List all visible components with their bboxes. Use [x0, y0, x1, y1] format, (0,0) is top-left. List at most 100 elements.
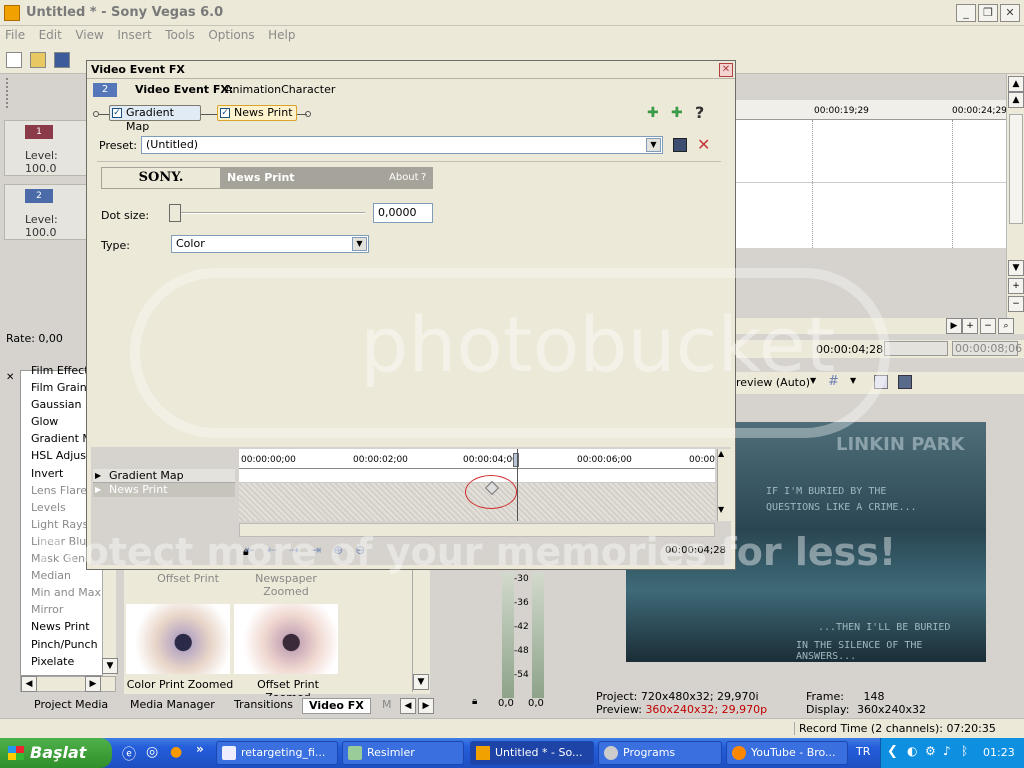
- expand-icon[interactable]: ▶: [95, 471, 101, 480]
- tray-network-icon[interactable]: ◐: [907, 744, 917, 758]
- chevron-down-icon[interactable]: ▼: [646, 138, 661, 152]
- scroll-down-icon[interactable]: ▼: [102, 658, 118, 674]
- tab-scroll-left-icon[interactable]: ◀: [400, 698, 416, 714]
- type-dropdown[interactable]: Color ▼: [171, 235, 369, 253]
- timeline-ruler[interactable]: 00:00:19;29 00:00:24;29: [736, 100, 1007, 120]
- preset-thumbnail[interactable]: [126, 604, 230, 674]
- fx-chain-news-print[interactable]: ✓ News Print: [217, 105, 297, 121]
- restore-icon[interactable]: ❐: [978, 4, 998, 22]
- zoom-in-icon[interactable]: +: [1008, 278, 1024, 294]
- quicklaunch-more-icon[interactable]: »: [196, 742, 204, 756]
- new-file-icon[interactable]: [6, 52, 22, 68]
- tray-bluetooth-icon[interactable]: ᛒ: [961, 744, 968, 758]
- scroll-up-icon[interactable]: ▲: [1008, 76, 1024, 92]
- menu-insert[interactable]: Insert: [112, 26, 156, 44]
- tab-video-fx[interactable]: Video FX: [302, 698, 371, 714]
- tab-media-manager[interactable]: Media Manager: [124, 698, 221, 714]
- dot-size-input[interactable]: 0,0000: [373, 203, 433, 223]
- dot-size-slider-handle[interactable]: [169, 204, 181, 222]
- kf-track-gradient-map[interactable]: Gradient Map: [93, 469, 235, 483]
- tray-volume-icon[interactable]: ♪: [943, 744, 951, 758]
- menu-view[interactable]: View: [70, 26, 108, 44]
- keyframe-ruler[interactable]: 00:00:00;00 00:00:02;00 00:00:04;00 00:0…: [239, 449, 715, 469]
- scroll-down-icon[interactable]: ▼: [718, 505, 724, 514]
- fx-list-item[interactable]: Pixelate: [21, 653, 115, 670]
- close-icon[interactable]: ✕: [719, 63, 733, 77]
- preset-scrollbar[interactable]: ▼: [412, 570, 429, 692]
- quicklaunch-ie-icon[interactable]: ⓔ: [122, 744, 136, 764]
- menu-options[interactable]: Options: [203, 26, 259, 44]
- fx-list-item[interactable]: News Print: [21, 618, 115, 635]
- scroll-up-icon[interactable]: ▲: [1008, 92, 1024, 108]
- scroll-right-icon[interactable]: ▶: [85, 676, 101, 692]
- save-preset-icon[interactable]: [673, 138, 687, 152]
- scroll-left-icon[interactable]: ◀: [21, 676, 37, 692]
- scroll-down-icon[interactable]: ▼: [1008, 260, 1024, 276]
- preset-label[interactable]: Color Print Zoomed: [126, 678, 234, 691]
- menu-edit[interactable]: Edit: [34, 26, 67, 44]
- zoom-in-icon[interactable]: +: [962, 318, 978, 334]
- preset-dropdown[interactable]: (Untitled) ▼: [141, 136, 663, 154]
- remove-plugin-icon[interactable]: ✚: [671, 105, 683, 121]
- timeline-track-area[interactable]: [736, 120, 1006, 248]
- scroll-up-icon[interactable]: ▲: [718, 449, 724, 458]
- tray-back-icon[interactable]: ❮: [887, 744, 898, 759]
- tray-steam-icon[interactable]: ⚙: [925, 744, 936, 758]
- meter-bar-right: [532, 572, 544, 698]
- save-icon[interactable]: [54, 52, 70, 68]
- expand-icon[interactable]: ▶: [95, 485, 101, 494]
- menu-tools[interactable]: Tools: [160, 26, 200, 44]
- fx-list-item[interactable]: Mirror: [21, 601, 115, 618]
- selection-end-time[interactable]: 00:00:08;06: [952, 341, 1022, 356]
- record-time-status: Record Time (2 channels): 07:20:35: [794, 722, 996, 735]
- chevron-down-icon[interactable]: ▼: [352, 237, 367, 251]
- delete-preset-icon[interactable]: ✕: [697, 135, 710, 154]
- quicklaunch-browser-icon[interactable]: ◎: [146, 744, 158, 760]
- fx-list-item[interactable]: Min and Max: [21, 584, 115, 601]
- track-header-1[interactable]: 1 Level: 100.0: [4, 120, 88, 176]
- help-icon[interactable]: ?: [695, 103, 704, 122]
- meter-tick: -48: [514, 646, 529, 656]
- lock-icon[interactable]: 🔒︎: [472, 696, 477, 707]
- playback-rate: Rate: 0,00: [6, 332, 63, 345]
- close-icon[interactable]: ✕: [1000, 4, 1020, 22]
- open-folder-icon[interactable]: [30, 52, 46, 68]
- minimize-icon[interactable]: _: [956, 4, 976, 22]
- playhead-marker[interactable]: [513, 453, 519, 467]
- scroll-right-icon[interactable]: ▶: [946, 318, 962, 334]
- fx-chain-gradient-map[interactable]: ✓ Gradient Map: [109, 105, 201, 133]
- tab-scroll-right-icon[interactable]: ▶: [418, 698, 434, 714]
- language-indicator[interactable]: TR: [856, 745, 870, 758]
- dialog-subtitle-value: AnimationCharacter: [225, 83, 336, 96]
- menu-file[interactable]: File: [0, 26, 30, 44]
- track-header-2[interactable]: 2 Level: 100.0: [4, 184, 88, 240]
- fx-list-hscroll[interactable]: ◀ ▶: [20, 676, 116, 692]
- scroll-thumb[interactable]: [1009, 114, 1023, 224]
- scroll-down-icon[interactable]: ▼: [413, 674, 429, 690]
- plug-in-chain-icon[interactable]: ✚: [647, 105, 659, 121]
- checkbox-checked-icon[interactable]: ✓: [220, 108, 230, 118]
- zoom-out-icon[interactable]: −: [1008, 296, 1024, 312]
- kf-vscroll[interactable]: ▲ ▼: [717, 449, 731, 521]
- preset-label[interactable]: Newspaper Zoomed: [236, 572, 336, 598]
- about-link[interactable]: About: [389, 172, 419, 183]
- app-title: Untitled * - Sony Vegas 6.0: [26, 5, 224, 20]
- dot-size-slider-track[interactable]: [171, 212, 365, 214]
- tab-more[interactable]: M: [376, 698, 398, 714]
- kf-track-news-print[interactable]: News Print: [93, 483, 235, 497]
- selection-start-field[interactable]: [884, 341, 948, 356]
- zoom-out-icon[interactable]: −: [980, 318, 996, 334]
- ruler-tick-label: 00:00:19;29: [814, 106, 869, 116]
- close-icon[interactable]: ✕: [6, 372, 14, 383]
- checkbox-checked-icon[interactable]: ✓: [112, 108, 122, 118]
- zoom-magnifier-icon[interactable]: ⌕: [998, 318, 1014, 334]
- fx-list-item[interactable]: Pinch/Punch: [21, 636, 115, 653]
- preset-thumbnail[interactable]: [234, 604, 338, 674]
- tab-transitions[interactable]: Transitions: [228, 698, 299, 714]
- about-help-icon[interactable]: ?: [421, 172, 426, 183]
- menu-help[interactable]: Help: [263, 26, 300, 44]
- tab-project-media[interactable]: Project Media: [28, 698, 114, 714]
- vertical-scrollbar[interactable]: ▲ ▲ ▼ + −: [1006, 74, 1024, 320]
- quicklaunch-firefox-icon[interactable]: ●: [170, 744, 182, 760]
- save-snapshot-icon[interactable]: [898, 375, 912, 389]
